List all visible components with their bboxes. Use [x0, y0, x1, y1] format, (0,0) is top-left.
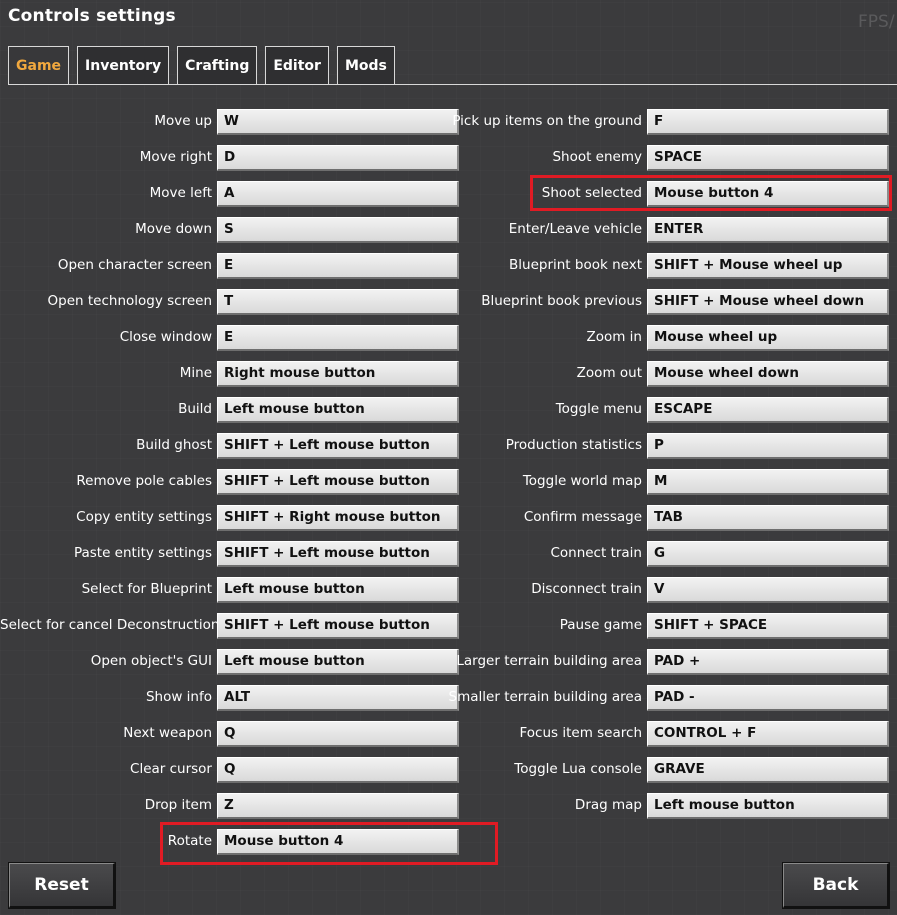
keybind-button-blueprint-book-previous[interactable]: SHIFT + Mouse wheel down — [647, 289, 889, 315]
keybind-button-connect-train[interactable]: G — [647, 541, 889, 567]
control-label: Zoom in — [586, 329, 642, 345]
control-row-shoot-enemy: Shoot enemy SPACE — [0, 142, 897, 172]
control-label: Pause game — [559, 617, 642, 633]
control-row-zoom-in: Zoom in Mouse wheel up — [0, 322, 897, 352]
control-label: Enter/Leave vehicle — [508, 221, 642, 237]
control-label: Blueprint book next — [509, 257, 642, 273]
tab-divider — [8, 84, 897, 85]
reset-button[interactable]: Reset — [8, 862, 116, 909]
control-row-smaller-terrain-building-area: Smaller terrain building area PAD - — [0, 682, 897, 712]
tab-game[interactable]: Game — [8, 46, 70, 84]
control-row-shoot-selected: Shoot selected Mouse button 4 — [0, 178, 897, 208]
control-label: Larger terrain building area — [456, 653, 642, 669]
control-label: Zoom out — [576, 365, 642, 381]
control-row-connect-train: Connect train G — [0, 538, 897, 568]
control-label: Blueprint book previous — [481, 293, 642, 309]
control-row-pause-game: Pause game SHIFT + SPACE — [0, 610, 897, 640]
keybind-button-larger-terrain-building-area[interactable]: PAD + — [647, 649, 889, 675]
tab-inventory[interactable]: Inventory — [77, 46, 170, 84]
control-row-toggle-menu: Toggle menu ESCAPE — [0, 394, 897, 424]
control-row-disconnect-train: Disconnect train V — [0, 574, 897, 604]
control-row-drag-map: Drag map Left mouse button — [0, 790, 897, 820]
control-label: Toggle Lua console — [514, 761, 642, 777]
control-label: Connect train — [550, 545, 642, 561]
control-label: Confirm message — [523, 509, 642, 525]
fps-overlay: FPS/ — [858, 12, 895, 32]
control-row-production-statistics: Production statistics P — [0, 430, 897, 460]
control-row-focus-item-search: Focus item search CONTROL + F — [0, 718, 897, 748]
keybind-button-toggle-lua-console[interactable]: GRAVE — [647, 757, 889, 783]
tab-bar: Game Inventory Crafting Editor Mods — [8, 46, 395, 84]
control-row-larger-terrain-building-area: Larger terrain building area PAD + — [0, 646, 897, 676]
control-row-toggle-lua-console: Toggle Lua console GRAVE — [0, 754, 897, 784]
control-row-enter-leave-vehicle: Enter/Leave vehicle ENTER — [0, 214, 897, 244]
control-label: Toggle world map — [522, 473, 642, 489]
control-row-toggle-world-map: Toggle world map M — [0, 466, 897, 496]
keybind-button-shoot-selected[interactable]: Mouse button 4 — [647, 181, 889, 207]
tab-editor[interactable]: Editor — [265, 46, 329, 84]
keybind-button-rotate[interactable]: Mouse button 4 — [217, 829, 459, 855]
keybind-button-toggle-menu[interactable]: ESCAPE — [647, 397, 889, 423]
control-label: Shoot selected — [541, 185, 642, 201]
keybind-button-focus-item-search[interactable]: CONTROL + F — [647, 721, 889, 747]
control-row-pick-up-items-on-the-ground: Pick up items on the ground F — [0, 106, 897, 136]
keybind-button-pause-game[interactable]: SHIFT + SPACE — [647, 613, 889, 639]
control-label: Shoot enemy — [552, 149, 642, 165]
control-label: Focus item search — [519, 725, 642, 741]
tab-crafting[interactable]: Crafting — [177, 46, 258, 84]
keybind-button-confirm-message[interactable]: TAB — [647, 505, 889, 531]
control-label: Disconnect train — [531, 581, 642, 597]
tab-mods[interactable]: Mods — [336, 46, 395, 84]
keybind-button-pick-up-items-on-the-ground[interactable]: F — [647, 109, 889, 135]
keybind-button-zoom-out[interactable]: Mouse wheel down — [647, 361, 889, 387]
control-label: Rotate — [167, 833, 212, 849]
keybind-button-enter-leave-vehicle[interactable]: ENTER — [647, 217, 889, 243]
keybind-button-smaller-terrain-building-area[interactable]: PAD - — [647, 685, 889, 711]
keybind-button-toggle-world-map[interactable]: M — [647, 469, 889, 495]
control-row-confirm-message: Confirm message TAB — [0, 502, 897, 532]
keybind-button-zoom-in[interactable]: Mouse wheel up — [647, 325, 889, 351]
keybind-button-shoot-enemy[interactable]: SPACE — [647, 145, 889, 171]
control-row-blueprint-book-next: Blueprint book next SHIFT + Mouse wheel u… — [0, 250, 897, 280]
control-label: Drag map — [574, 797, 642, 813]
control-row-rotate: Rotate Mouse button 4 — [0, 826, 897, 856]
control-label: Toggle menu — [555, 401, 642, 417]
keybind-button-drag-map[interactable]: Left mouse button — [647, 793, 889, 819]
window-title: Controls settings — [8, 6, 176, 26]
control-label: Pick up items on the ground — [452, 113, 642, 129]
keybind-button-disconnect-train[interactable]: V — [647, 577, 889, 603]
control-row-zoom-out: Zoom out Mouse wheel down — [0, 358, 897, 388]
back-button[interactable]: Back — [782, 862, 890, 909]
keybind-button-production-statistics[interactable]: P — [647, 433, 889, 459]
control-row-blueprint-book-previous: Blueprint book previous SHIFT + Mouse whe… — [0, 286, 897, 316]
control-label: Production statistics — [505, 437, 642, 453]
keybind-button-blueprint-book-next[interactable]: SHIFT + Mouse wheel up — [647, 253, 889, 279]
control-label: Smaller terrain building area — [448, 689, 642, 705]
